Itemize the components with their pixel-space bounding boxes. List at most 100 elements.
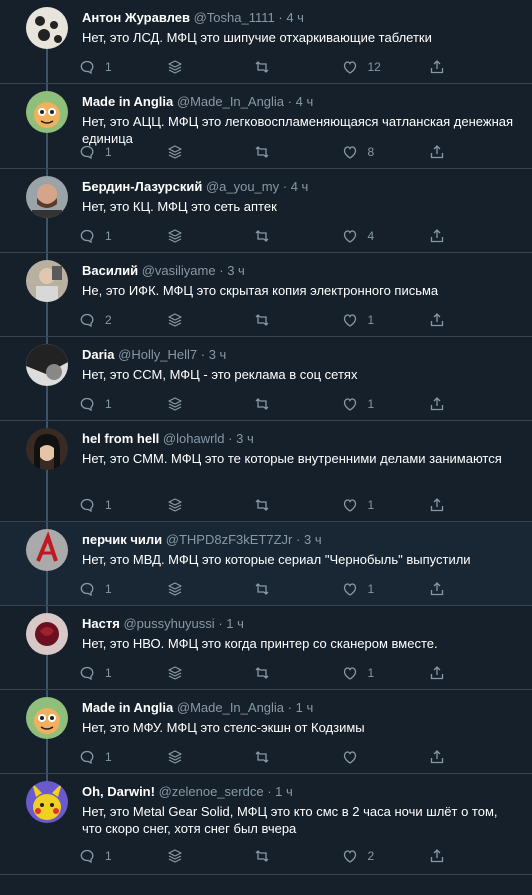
stack-button[interactable]	[167, 497, 237, 513]
timestamp[interactable]: 1 ч	[296, 700, 314, 715]
timestamp[interactable]: 4 ч	[291, 179, 309, 194]
tweet[interactable]: Василий @vasiliyame · 3 ч Не, это ИФК. М…	[0, 253, 532, 337]
author-handle[interactable]: @vasiliyame	[142, 263, 216, 278]
stack-button[interactable]	[167, 228, 237, 244]
tweet[interactable]: Бердин-Лазурский @a_you_my · 4 ч Нет, эт…	[0, 169, 532, 253]
reply-button[interactable]: 1	[79, 848, 149, 864]
author-handle[interactable]: @Made_In_Anglia	[177, 700, 284, 715]
author-name[interactable]: Made in Anglia	[82, 700, 173, 715]
like-button[interactable]: 12	[342, 59, 412, 75]
share-button[interactable]	[429, 396, 449, 412]
tweet[interactable]: Антон Журавлев @Tosha_1111 · 4 ч Нет, эт…	[0, 0, 532, 84]
like-button[interactable]: 1	[342, 396, 412, 412]
timestamp[interactable]: 1 ч	[226, 616, 244, 631]
author-handle[interactable]: @zelenoe_serdce	[159, 784, 264, 799]
avatar[interactable]	[26, 7, 68, 49]
share-button[interactable]	[429, 497, 449, 513]
retweet-button[interactable]	[254, 228, 324, 244]
like-button[interactable]: 8	[342, 144, 412, 160]
avatar[interactable]	[26, 529, 68, 571]
stack-button[interactable]	[167, 581, 237, 597]
share-button[interactable]	[429, 848, 449, 864]
retweet-button[interactable]	[254, 396, 324, 412]
reply-button[interactable]: 1	[79, 396, 149, 412]
author-handle[interactable]: @pussyhuyussi	[123, 616, 214, 631]
stack-button[interactable]	[167, 312, 237, 328]
avatar[interactable]	[26, 613, 68, 655]
tweet[interactable]: Made in Anglia @Made_In_Anglia · 1 ч Нет…	[0, 690, 532, 774]
author-name[interactable]: Василий	[82, 263, 138, 278]
author-handle[interactable]: @lohawrld	[163, 431, 225, 446]
avatar[interactable]	[26, 781, 68, 823]
like-button[interactable]: 4	[342, 228, 412, 244]
author-name[interactable]: Антон Журавлев	[82, 10, 190, 25]
avatar[interactable]	[26, 428, 68, 470]
retweet-button[interactable]	[254, 749, 324, 765]
share-button[interactable]	[429, 665, 449, 681]
reply-button[interactable]: 2	[79, 312, 149, 328]
retweet-button[interactable]	[254, 581, 324, 597]
timestamp[interactable]: 3 ч	[227, 263, 245, 278]
tweet[interactable]: hel from hell @lohawrld · 3 ч Нет, это С…	[0, 421, 532, 522]
like-button[interactable]	[342, 749, 412, 765]
timestamp[interactable]: 1 ч	[275, 784, 293, 799]
like-button[interactable]: 1	[342, 497, 412, 513]
author-name[interactable]: Бердин-Лазурский	[82, 179, 202, 194]
timestamp[interactable]: 4 ч	[286, 10, 304, 25]
share-button[interactable]	[429, 144, 449, 160]
stack-button[interactable]	[167, 396, 237, 412]
tweet[interactable]: Daria @Holly_Hell7 · 3 ч Нет, это ССМ, М…	[0, 337, 532, 421]
share-button[interactable]	[429, 228, 449, 244]
author-name[interactable]: Oh, Darwin!	[82, 784, 155, 799]
stack-button[interactable]	[167, 59, 237, 75]
tweet[interactable]: перчик чили @THPD8zF3kET7ZJr · 3 ч Нет, …	[0, 522, 532, 606]
reply-button[interactable]: 1	[79, 228, 149, 244]
tweet[interactable]: Oh, Darwin! @zelenoe_serdce · 1 ч Нет, э…	[0, 774, 532, 875]
stack-button[interactable]	[167, 144, 237, 160]
like-button[interactable]: 1	[342, 581, 412, 597]
like-button[interactable]: 1	[342, 312, 412, 328]
author-handle[interactable]: @THPD8zF3kET7ZJr	[166, 532, 293, 547]
like-button[interactable]: 2	[342, 848, 412, 864]
timestamp[interactable]: 3 ч	[304, 532, 322, 547]
stack-button[interactable]	[167, 848, 237, 864]
share-button[interactable]	[429, 59, 449, 75]
share-button[interactable]	[429, 749, 449, 765]
retweet-button[interactable]	[254, 665, 324, 681]
author-name[interactable]: Daria	[82, 347, 115, 362]
share-button[interactable]	[429, 581, 449, 597]
tweet[interactable]: Настя @pussyhuyussi · 1 ч Нет, это НВО. …	[0, 606, 532, 690]
timestamp[interactable]: 3 ч	[209, 347, 227, 362]
author-handle[interactable]: @Holly_Hell7	[118, 347, 197, 362]
reply-button[interactable]: 1	[79, 59, 149, 75]
reply-button[interactable]: 1	[79, 749, 149, 765]
author-name[interactable]: hel from hell	[82, 431, 159, 446]
stack-button[interactable]	[167, 665, 237, 681]
avatar[interactable]	[26, 176, 68, 218]
reply-button[interactable]: 1	[79, 581, 149, 597]
like-button[interactable]: 1	[342, 665, 412, 681]
retweet-button[interactable]	[254, 59, 324, 75]
avatar[interactable]	[26, 91, 68, 133]
retweet-button[interactable]	[254, 144, 324, 160]
avatar[interactable]	[26, 344, 68, 386]
reply-button[interactable]: 1	[79, 497, 149, 513]
share-button[interactable]	[429, 312, 449, 328]
avatar[interactable]	[26, 260, 68, 302]
timestamp[interactable]: 4 ч	[296, 94, 314, 109]
retweet-button[interactable]	[254, 312, 324, 328]
author-handle[interactable]: @a_you_my	[206, 179, 279, 194]
avatar[interactable]	[26, 697, 68, 739]
stack-button[interactable]	[167, 749, 237, 765]
author-handle[interactable]: @Made_In_Anglia	[177, 94, 284, 109]
retweet-button[interactable]	[254, 848, 324, 864]
author-name[interactable]: Настя	[82, 616, 120, 631]
tweet[interactable]: Made in Anglia @Made_In_Anglia · 4 ч Нет…	[0, 84, 532, 169]
author-handle[interactable]: @Tosha_1111	[194, 10, 275, 25]
reply-button[interactable]: 1	[79, 144, 149, 160]
retweet-button[interactable]	[254, 497, 324, 513]
timestamp[interactable]: 3 ч	[236, 431, 254, 446]
reply-button[interactable]: 1	[79, 665, 149, 681]
author-name[interactable]: Made in Anglia	[82, 94, 173, 109]
author-name[interactable]: перчик чили	[82, 532, 162, 547]
